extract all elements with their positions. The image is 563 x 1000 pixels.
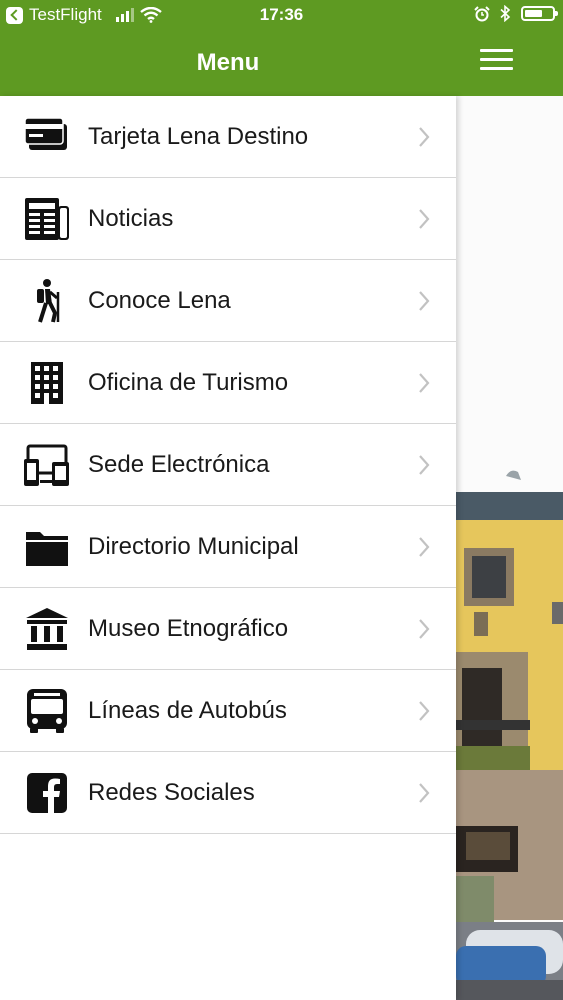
newspaper-icon [25,198,69,240]
menu-item-label: Museo Etnográfico [88,615,289,642]
museum-icon [26,608,68,650]
chevron-right-icon [419,537,430,557]
menu-item-oficina-de-turismo[interactable]: Oficina de Turismo [0,342,456,424]
status-right [474,5,558,22]
menu-item-label: Líneas de Autobús [88,697,287,724]
menu-item-label: Conoce Lena [88,287,231,314]
menu-item-label: Redes Sociales [88,779,255,806]
building-photo-image [456,96,563,1000]
menu-item-museo-etnografico[interactable]: Museo Etnográfico [0,588,456,670]
battery-icon [521,6,558,21]
hamburger-menu-icon[interactable] [480,49,513,71]
menu-item-label: Noticias [88,205,174,232]
chevron-right-icon [419,209,430,229]
menu-item-label: Oficina de Turismo [88,369,289,396]
menu-item-label: Directorio Municipal [88,533,299,560]
bus-icon [27,689,67,733]
background-photo [456,96,563,1000]
status-bar: TestFlight 17:36 [0,0,563,30]
devices-icon [24,444,69,486]
chevron-right-icon [419,455,430,475]
page-title: Menu [196,49,260,76]
menu-item-conoce-lena[interactable]: Conoce Lena [0,260,456,342]
menu-item-label: Tarjeta Lena Destino [88,123,309,150]
hiker-icon [37,279,60,323]
building-icon [31,362,63,404]
facebook-icon [27,773,67,813]
alarm-icon [474,5,490,21]
nav-bar: Menu [0,30,563,96]
menu-item-lineas-de-autobus[interactable]: Líneas de Autobús [0,670,456,752]
menu-item-sede-electronica[interactable]: Sede Electrónica [0,424,456,506]
chevron-right-icon [419,127,430,147]
chevron-right-icon [419,373,430,393]
menu-item-tarjeta-lena-destino[interactable]: Tarjeta Lena Destino [0,96,456,178]
chevron-right-icon [419,619,430,639]
folder-icon [26,532,68,566]
menu-item-directorio-municipal[interactable]: Directorio Municipal [0,506,456,588]
chevron-right-icon [419,701,430,721]
chevron-right-icon [419,291,430,311]
menu-item-redes-sociales[interactable]: Redes Sociales [0,752,456,834]
credit-card-icon [24,117,67,150]
menu-item-noticias[interactable]: Noticias [0,178,456,260]
bluetooth-icon [500,5,511,22]
chevron-right-icon [419,783,430,803]
side-menu: Tarjeta Lena Destino Noticias Conoce Len… [0,96,456,1000]
menu-item-label: Sede Electrónica [88,451,270,478]
